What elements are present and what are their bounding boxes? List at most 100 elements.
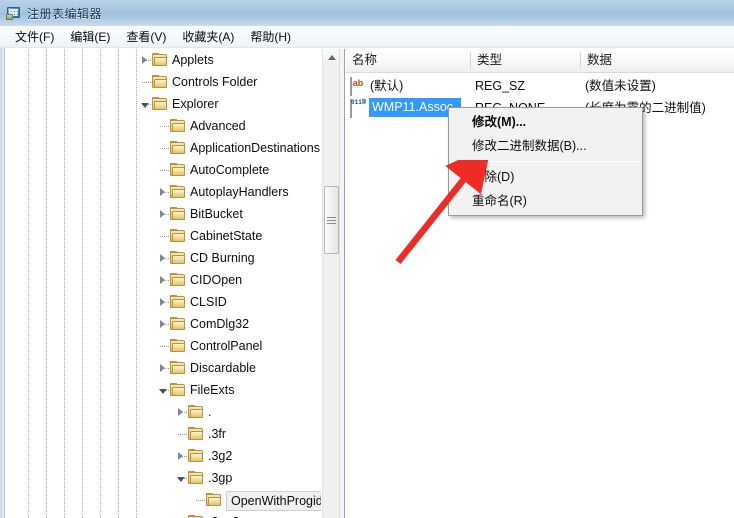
context-rename[interactable]: 重命名(R) — [449, 189, 642, 213]
string-value-icon — [350, 77, 352, 96]
folder-icon — [170, 163, 186, 177]
tree-scrollbar-thumb[interactable] — [324, 186, 339, 254]
registry-editor-icon — [6, 5, 22, 21]
folder-icon — [170, 317, 186, 331]
tree-node[interactable]: .3g2 — [6, 445, 321, 467]
tree-node[interactable]: CabinetState — [6, 225, 321, 247]
tree-node-label: AutoplayHandlers — [190, 181, 289, 203]
folder-icon — [152, 75, 168, 89]
registry-tree-pane[interactable]: AppletsControls FolderExplorerAdvancedAp… — [6, 49, 321, 518]
column-type[interactable]: 类型 — [471, 49, 581, 72]
tree-node[interactable]: CIDOpen — [6, 269, 321, 291]
tree-node[interactable]: .3gp2 — [6, 511, 321, 518]
tree-node-label: ComDlg32 — [190, 313, 249, 335]
tree-node[interactable]: FileExts — [6, 379, 321, 401]
tree-node[interactable]: BitBucket — [6, 203, 321, 225]
expand-triangle-icon[interactable] — [139, 55, 150, 66]
tree-node-label: ApplicationDestinations — [190, 137, 320, 159]
tree-node[interactable]: Explorer — [6, 93, 321, 115]
title-bar[interactable]: 注册表编辑器 — [0, 0, 734, 27]
tree-node-label: .3gp — [208, 467, 232, 489]
column-data[interactable]: 数据 — [581, 49, 734, 72]
triangle-glyph — [160, 254, 165, 262]
folder-icon — [170, 361, 186, 375]
folder-icon — [152, 97, 168, 111]
tree-node[interactable]: CD Burning — [6, 247, 321, 269]
scroll-up-arrow[interactable] — [323, 49, 340, 66]
tree-node[interactable]: ApplicationDestinations — [6, 137, 321, 159]
triangle-glyph — [142, 56, 147, 64]
collapse-triangle-icon[interactable] — [157, 385, 168, 396]
pane-splitter[interactable] — [339, 49, 345, 518]
tree-node-label: FileExts — [190, 379, 234, 401]
tree-node-label: Applets — [172, 49, 214, 71]
expand-triangle-icon[interactable] — [157, 187, 168, 198]
tree-node[interactable]: AutoComplete — [6, 159, 321, 181]
tree-node-label: BitBucket — [190, 203, 243, 225]
context-delete[interactable]: 删除(D) — [449, 165, 642, 189]
triangle-glyph — [160, 320, 165, 328]
folder-icon — [188, 427, 204, 441]
window-title: 注册表编辑器 — [27, 5, 102, 22]
tree-node[interactable]: .3gp — [6, 467, 321, 489]
expand-triangle-icon[interactable] — [157, 209, 168, 220]
menu-view[interactable]: 查看(V) — [119, 26, 175, 48]
tree-node[interactable]: ComDlg32 — [6, 313, 321, 335]
tree-node[interactable]: Applets — [6, 49, 321, 71]
tree-node[interactable]: CLSID — [6, 291, 321, 313]
tree-node-label: OpenWithProgids — [226, 491, 321, 511]
folder-icon — [170, 273, 186, 287]
folder-icon — [170, 207, 186, 221]
menu-favorites[interactable]: 收藏夹(A) — [175, 26, 243, 48]
collapse-triangle-icon[interactable] — [139, 99, 150, 110]
list-column-header: 名称 类型 数据 — [346, 49, 734, 73]
tree-node[interactable]: Controls Folder — [6, 71, 321, 93]
menu-separator — [451, 161, 640, 162]
triangle-glyph — [160, 188, 165, 196]
collapse-triangle-icon[interactable] — [175, 473, 186, 484]
tree-node-label: Controls Folder — [172, 71, 257, 93]
expand-triangle-icon[interactable] — [157, 253, 168, 264]
menu-file[interactable]: 文件(F) — [8, 26, 63, 48]
folder-icon — [188, 405, 204, 419]
value-data: (数值未设置) — [585, 75, 734, 97]
tree-node-label: . — [208, 401, 211, 423]
triangle-glyph — [141, 103, 149, 108]
menu-edit[interactable]: 编辑(E) — [63, 26, 119, 48]
expand-triangle-icon[interactable] — [157, 297, 168, 308]
tree-node[interactable]: AutoplayHandlers — [6, 181, 321, 203]
expand-triangle-icon[interactable] — [157, 319, 168, 330]
tree-node-label: CD Burning — [190, 247, 255, 269]
tree-node-label: ControlPanel — [190, 335, 262, 357]
triangle-glyph — [177, 477, 185, 482]
expand-triangle-icon[interactable] — [175, 451, 186, 462]
column-name[interactable]: 名称 — [346, 49, 470, 72]
tree-node[interactable]: Advanced — [6, 115, 321, 137]
triangle-glyph — [178, 408, 183, 416]
folder-icon — [170, 229, 186, 243]
value-row[interactable]: (默认) REG_SZ (数值未设置) — [346, 75, 734, 97]
value-name: (默认) — [370, 75, 470, 97]
registry-editor-window: 注册表编辑器 文件(F) 编辑(E) 查看(V) 收藏夹(A) 帮助(H) Ap… — [0, 0, 734, 518]
folder-icon — [152, 53, 168, 67]
expand-triangle-icon[interactable] — [175, 407, 186, 418]
tree-node[interactable]: Discardable — [6, 357, 321, 379]
folder-icon — [170, 185, 186, 199]
expand-triangle-icon[interactable] — [157, 275, 168, 286]
menu-help[interactable]: 帮助(H) — [243, 26, 300, 48]
menu-bar: 文件(F) 编辑(E) 查看(V) 收藏夹(A) 帮助(H) — [0, 27, 734, 48]
folder-icon — [170, 339, 186, 353]
tree-scrollbar[interactable] — [322, 49, 339, 518]
folder-icon — [188, 449, 204, 463]
triangle-glyph — [160, 276, 165, 284]
scrollbar-grip-icon — [327, 217, 336, 224]
tree-node[interactable]: ControlPanel — [6, 335, 321, 357]
context-modify[interactable]: 修改(M)... — [449, 110, 642, 134]
folder-icon — [170, 119, 186, 133]
folder-icon — [170, 383, 186, 397]
context-modify-binary[interactable]: 修改二进制数据(B)... — [449, 134, 642, 158]
tree-node[interactable]: .3fr — [6, 423, 321, 445]
expand-triangle-icon[interactable] — [157, 363, 168, 374]
tree-node[interactable]: OpenWithProgids — [6, 489, 321, 511]
tree-node[interactable]: . — [6, 401, 321, 423]
